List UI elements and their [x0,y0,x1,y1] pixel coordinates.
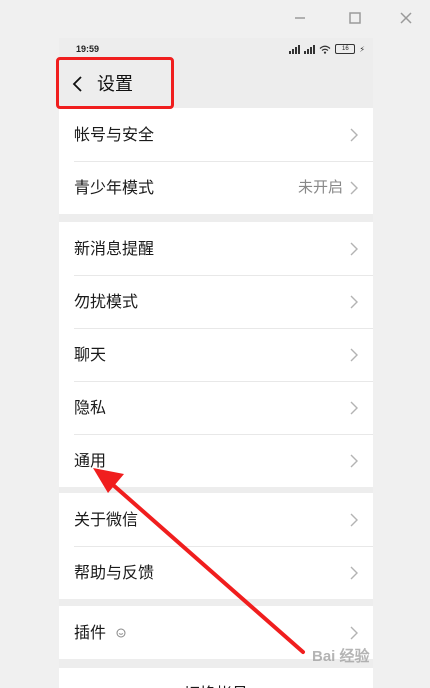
signal-icon [304,44,316,54]
settings-group-general: 新消息提醒 勿扰模式 聊天 隐私 通用 [59,222,373,487]
switch-account-button[interactable]: 切换帐号 [59,680,373,688]
screenshot-frame: 19:59 16 ⚡ 设置 帐号与安全 青少年模式 未开启 新消息提醒 勿扰模式… [0,0,430,688]
settings-item-label: 插件 [74,623,107,642]
chevron-right-icon [350,513,358,527]
settings-item-label: 帐号与安全 [74,125,155,144]
annotation-highlight-box [56,57,174,109]
minimize-icon [295,17,305,19]
settings-item-label: 聊天 [74,345,107,364]
minimize-button[interactable] [290,8,310,28]
close-button[interactable] [396,8,416,28]
settings-item-privacy[interactable]: 隐私 [59,381,373,434]
settings-item-do-not-disturb[interactable]: 勿扰模式 [59,275,373,328]
settings-item-label: 关于微信 [74,510,139,529]
settings-item-label: 帮助与反馈 [74,563,155,582]
status-icons: 16 ⚡ [289,43,365,55]
settings-item-about-wechat[interactable]: 关于微信 [59,493,373,546]
chevron-right-icon [350,295,358,309]
settings-item-label: 新消息提醒 [74,239,155,258]
switch-account-group: 切换帐号 [59,668,373,688]
settings-item-teen-mode[interactable]: 青少年模式 未开启 [59,161,373,214]
plugin-badge-icon [116,628,126,638]
wifi-icon [319,45,331,54]
settings-group-about: 关于微信 帮助与反馈 [59,493,373,599]
settings-item-label: 隐私 [74,398,107,417]
settings-item-general[interactable]: 通用 [59,434,373,487]
settings-group-account: 帐号与安全 青少年模式 未开启 [59,108,373,214]
settings-item-label: 勿扰模式 [74,292,139,311]
chevron-right-icon [350,242,358,256]
watermark: Bai 经验 [312,648,370,665]
maximize-icon [349,12,361,24]
settings-item-account-security[interactable]: 帐号与安全 [59,108,373,161]
signal-icon [289,44,301,54]
battery-icon: 16 [335,44,356,54]
settings-item-label: 青少年模式 [74,178,155,197]
chevron-right-icon [350,181,358,195]
chevron-right-icon [350,401,358,415]
phone-screen: 19:59 16 ⚡ 设置 帐号与安全 青少年模式 未开启 新消息提醒 勿扰模式… [59,38,373,688]
maximize-button[interactable] [345,8,365,28]
close-icon [400,12,412,24]
chevron-right-icon [350,348,358,362]
charging-icon: ⚡ [359,44,365,54]
settings-item-help-feedback[interactable]: 帮助与反馈 [59,546,373,599]
status-time: 19:59 [76,44,100,54]
settings-item-value: 未开启 [297,178,343,196]
settings-item-label: 通用 [74,451,107,470]
chevron-right-icon [350,454,358,468]
chevron-right-icon [350,626,358,640]
chevron-right-icon [350,566,358,580]
settings-item-chat[interactable]: 聊天 [59,328,373,381]
settings-item-notifications[interactable]: 新消息提醒 [59,222,373,275]
chevron-right-icon [350,128,358,142]
